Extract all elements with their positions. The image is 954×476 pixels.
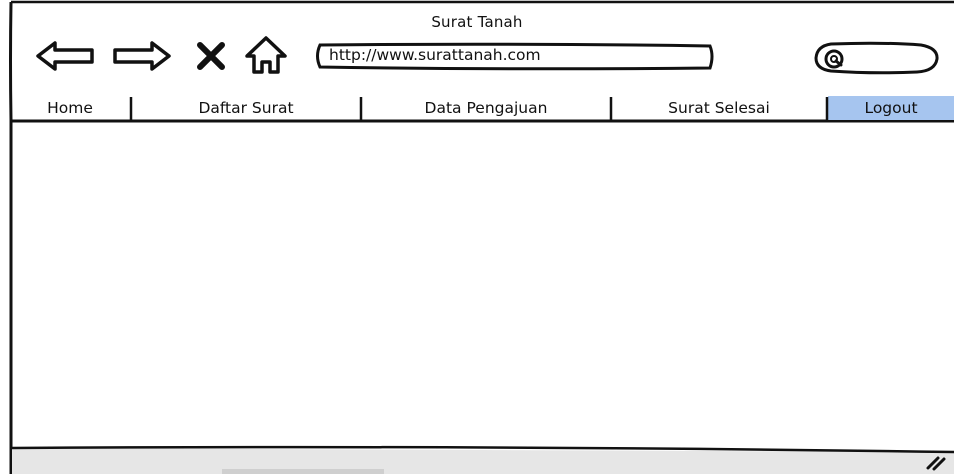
tab-logout[interactable]: Logout xyxy=(828,96,954,120)
home-icon xyxy=(245,36,287,74)
tab-daftar-surat[interactable]: Daftar Surat xyxy=(132,96,360,120)
search-box-outline xyxy=(814,41,939,75)
status-bar xyxy=(12,448,954,474)
back-arrow-icon xyxy=(36,41,94,71)
status-bar-scroll-thumb xyxy=(222,469,384,474)
page-content xyxy=(13,124,954,446)
nav-tabs: Home Daftar Surat Data Pengajuan Surat S… xyxy=(10,96,954,120)
forward-button[interactable] xyxy=(110,38,174,74)
search-box[interactable] xyxy=(813,40,941,76)
search-icon xyxy=(824,49,844,69)
tab-surat-selesai-label: Surat Selesai xyxy=(668,99,770,117)
window-title: Surat Tanah xyxy=(431,13,523,31)
tab-home[interactable]: Home xyxy=(10,96,130,120)
tab-surat-selesai[interactable]: Surat Selesai xyxy=(612,96,826,120)
close-icon xyxy=(197,42,225,70)
address-bar-value: http://www.surattanah.com xyxy=(329,46,541,64)
browser-window: Surat Tanah http://www.surattanah.com Ho… xyxy=(0,0,954,474)
forward-arrow-icon xyxy=(113,41,171,71)
tab-home-label: Home xyxy=(47,99,93,117)
tab-data-pengajuan-label: Data Pengajuan xyxy=(424,99,548,117)
tab-data-pengajuan[interactable]: Data Pengajuan xyxy=(362,96,610,120)
tab-daftar-surat-label: Daftar Surat xyxy=(198,99,294,117)
tab-logout-label: Logout xyxy=(864,99,918,117)
stop-button[interactable] xyxy=(193,38,229,74)
resize-grip-icon xyxy=(926,456,946,471)
home-button[interactable] xyxy=(243,34,289,76)
back-button[interactable] xyxy=(33,38,97,74)
resize-grip[interactable] xyxy=(922,452,950,472)
